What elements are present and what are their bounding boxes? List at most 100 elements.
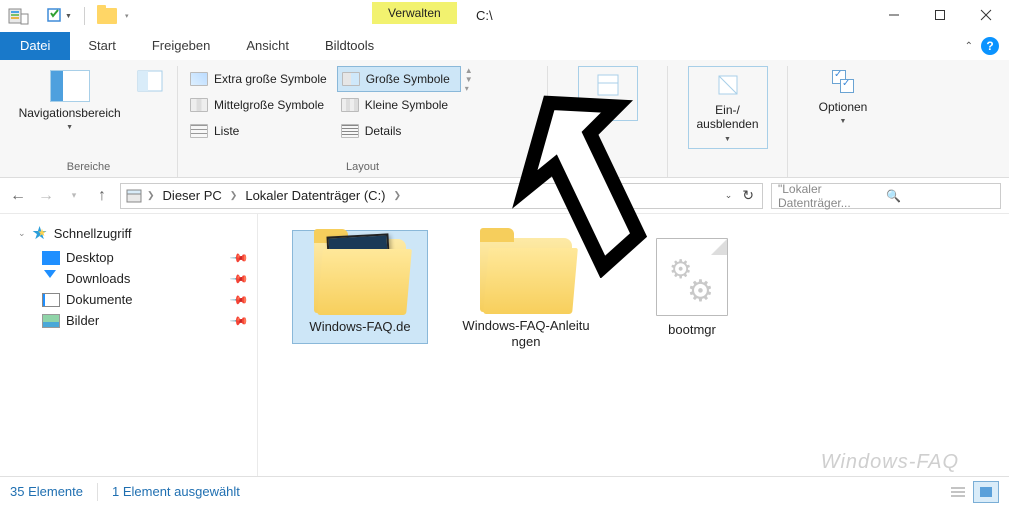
chevron-down-icon: ▼ xyxy=(840,118,847,126)
tab-picture-tools[interactable]: Bildtools xyxy=(307,32,392,60)
options-button[interactable]: Optionen▼ xyxy=(803,66,883,133)
status-item-count: 35 Elemente xyxy=(10,484,83,499)
maximize-button[interactable] xyxy=(917,0,963,30)
layout-icon xyxy=(342,72,360,86)
options-icon xyxy=(830,70,856,96)
layout-large-icons[interactable]: Große Symbole xyxy=(337,66,461,92)
title-bar: ▼ ▾ Verwalten C:\ xyxy=(0,0,1009,32)
navigation-sidebar[interactable]: ⌄ ★ Schnellzugriff Desktop 📌 Downloads 📌… xyxy=(0,214,258,476)
show-hide-icon xyxy=(714,71,742,99)
view-large-icons-button[interactable] xyxy=(973,481,999,503)
status-bar: 35 Elemente 1 Element ausgewählt xyxy=(0,476,1009,506)
navigation-pane-icon xyxy=(50,70,90,102)
watermark: Windows-FAQ xyxy=(821,451,959,474)
help-button[interactable]: ? xyxy=(981,37,999,55)
chevron-down-icon: ▼ xyxy=(66,124,73,132)
window-title: C:\ xyxy=(476,8,493,23)
recent-dropdown[interactable]: ▾ xyxy=(64,186,84,206)
breadcrumb-chevron-icon[interactable]: ❯ xyxy=(147,190,155,201)
sidebar-documents[interactable]: Dokumente 📌 xyxy=(0,289,257,310)
close-button[interactable] xyxy=(963,0,1009,30)
system-file-icon: ⚙⚙ xyxy=(656,238,728,316)
main-area: ⌄ ★ Schnellzugriff Desktop 📌 Downloads 📌… xyxy=(0,214,1009,476)
file-list[interactable]: Windows-FAQ.de Windows-FAQ-Anleitungen ⚙… xyxy=(258,214,1009,476)
breadcrumb-bar[interactable]: ❯ Dieser PC ❯ Lokaler Datenträger (C:) ❯… xyxy=(120,183,763,209)
collapse-ribbon-button[interactable]: ⌃ xyxy=(965,41,973,52)
desktop-icon xyxy=(42,251,60,265)
expand-toggle-icon[interactable]: ⌄ xyxy=(18,228,26,239)
forward-button[interactable]: → xyxy=(36,186,56,206)
refresh-button[interactable]: ↻ xyxy=(742,187,754,204)
sidebar-downloads[interactable]: Downloads 📌 xyxy=(0,268,257,289)
pin-icon: 📌 xyxy=(229,289,249,309)
sidebar-quick-access[interactable]: ⌄ ★ Schnellzugriff xyxy=(0,220,257,247)
pictures-icon xyxy=(42,314,60,328)
ribbon-group-layout: Layout xyxy=(186,159,539,177)
file-bootmgr[interactable]: ⚙⚙ bootmgr xyxy=(624,230,760,346)
folder-windows-faq-de[interactable]: Windows-FAQ.de xyxy=(292,230,428,344)
preview-pane-button[interactable] xyxy=(131,66,169,96)
tab-start[interactable]: Start xyxy=(70,32,133,60)
tab-share[interactable]: Freigeben xyxy=(134,32,229,60)
folder-thumbnail-icon xyxy=(314,239,406,313)
folder-icon xyxy=(97,8,117,24)
pin-icon: 📌 xyxy=(229,268,249,288)
up-button[interactable]: ↑ xyxy=(92,186,112,206)
status-selection-count: 1 Element ausgewählt xyxy=(112,484,240,499)
qat-new-folder[interactable] xyxy=(95,6,119,26)
breadcrumb-chevron-icon[interactable]: ❯ xyxy=(394,190,402,201)
layout-list[interactable]: Liste xyxy=(186,118,337,144)
drive-icon xyxy=(125,187,145,205)
breadcrumb-this-pc[interactable]: Dieser PC xyxy=(157,188,228,203)
address-dropdown[interactable]: ⌄ xyxy=(725,190,733,201)
back-button[interactable]: ← xyxy=(8,186,28,206)
current-view-button[interactable]: t ▼ xyxy=(578,66,638,121)
chevron-down-icon: ▼ xyxy=(65,13,72,20)
layout-extra-large-icons[interactable]: Extra große Symbole xyxy=(186,66,337,92)
navigation-pane-button[interactable]: Navigationsbereich ▼ xyxy=(8,66,131,139)
quick-access-icon: ★ xyxy=(32,223,48,244)
qat-properties[interactable]: ▼ xyxy=(44,5,74,27)
contextual-tab-header: Verwalten xyxy=(372,2,457,24)
scroll-down-icon[interactable]: ▼ xyxy=(465,75,473,84)
tab-file[interactable]: Datei xyxy=(0,32,70,60)
pin-icon: 📌 xyxy=(229,310,249,330)
ribbon-group-panes: Bereiche xyxy=(8,159,169,177)
address-bar: ← → ▾ ↑ ❯ Dieser PC ❯ Lokaler Datenträge… xyxy=(0,178,1009,214)
layout-icon xyxy=(341,124,359,138)
layout-medium-icons[interactable]: Mittelgroße Symbole xyxy=(186,92,337,118)
qat-separator xyxy=(84,7,85,25)
sidebar-desktop[interactable]: Desktop 📌 xyxy=(0,247,257,268)
layout-small-icons[interactable]: Kleine Symbole xyxy=(337,92,461,118)
explorer-app-icon xyxy=(8,6,30,26)
pin-icon: 📌 xyxy=(229,247,249,267)
view-icon xyxy=(594,71,622,99)
breadcrumb-chevron-icon[interactable]: ❯ xyxy=(230,190,238,201)
pane-icon xyxy=(137,70,163,92)
search-icon: 🔍 xyxy=(886,189,994,203)
layout-icon xyxy=(190,124,208,138)
layout-icon xyxy=(190,98,208,112)
scroll-up-icon[interactable]: ▲ xyxy=(465,66,473,75)
tab-view[interactable]: Ansicht xyxy=(228,32,307,60)
documents-icon xyxy=(42,293,60,307)
expand-icon[interactable]: ▾ xyxy=(465,84,473,93)
minimize-button[interactable] xyxy=(871,0,917,30)
breadcrumb-drive-c[interactable]: Lokaler Datenträger (C:) xyxy=(239,188,391,203)
view-details-button[interactable] xyxy=(945,481,971,503)
layout-details[interactable]: Details xyxy=(337,118,461,144)
nav-pane-label: Navigationsbereich xyxy=(19,106,121,120)
search-box[interactable]: "Lokaler Datenträger... 🔍 xyxy=(771,183,1001,209)
ribbon-tabs: Datei Start Freigeben Ansicht Bildtools … xyxy=(0,32,1009,60)
search-placeholder: "Lokaler Datenträger... xyxy=(778,182,886,210)
qat-customize[interactable]: ▾ xyxy=(123,10,131,22)
layout-icon xyxy=(341,98,359,112)
chevron-down-icon: ▼ xyxy=(724,136,731,144)
ribbon: Navigationsbereich ▼ Bereiche Extra groß… xyxy=(0,60,1009,178)
layout-icon xyxy=(190,72,208,86)
show-hide-button[interactable]: Ein-/ ausblenden▼ xyxy=(688,66,768,149)
sidebar-pictures[interactable]: Bilder 📌 xyxy=(0,310,257,331)
downloads-icon xyxy=(42,272,60,286)
folder-windows-faq-anleitungen[interactable]: Windows-FAQ-Anleitungen xyxy=(458,230,594,359)
ribbon-group-view xyxy=(556,159,659,177)
